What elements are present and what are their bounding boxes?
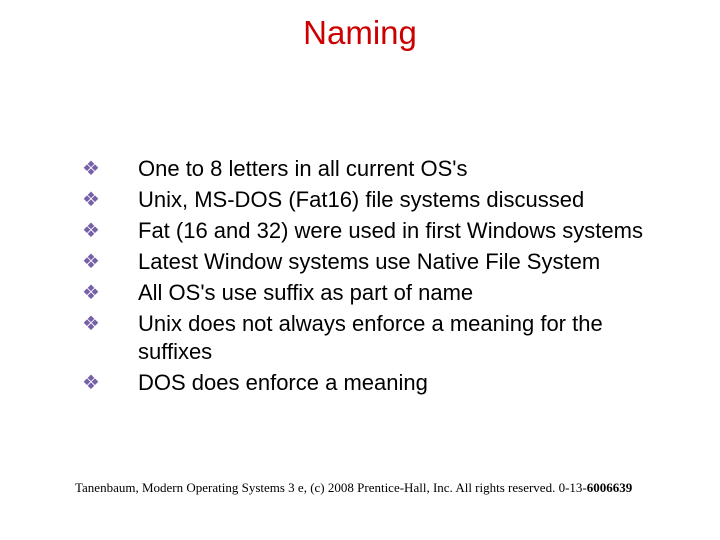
footer-isbn-bold: 6006639 (587, 480, 633, 495)
diamond-bullet-icon: ❖ (82, 310, 100, 338)
bullet-text: All OS's use suffix as part of name (138, 280, 473, 305)
bullet-text: DOS does enforce a meaning (138, 370, 428, 395)
diamond-bullet-icon: ❖ (82, 279, 100, 307)
list-item: ❖ Unix does not always enforce a meaning… (82, 310, 670, 366)
list-item: ❖ Unix, MS-DOS (Fat16) file systems disc… (82, 186, 670, 214)
slide-footer: Tanenbaum, Modern Operating Systems 3 e,… (75, 480, 632, 496)
bullet-text: Latest Window systems use Native File Sy… (138, 249, 600, 274)
footer-text: Tanenbaum, Modern Operating Systems 3 e,… (75, 480, 587, 495)
diamond-bullet-icon: ❖ (82, 369, 100, 397)
diamond-bullet-icon: ❖ (82, 248, 100, 276)
list-item: ❖ DOS does enforce a meaning (82, 369, 670, 397)
bullet-text: Unix, MS-DOS (Fat16) file systems discus… (138, 187, 584, 212)
diamond-bullet-icon: ❖ (82, 186, 100, 214)
list-item: ❖ One to 8 letters in all current OS's (82, 155, 670, 183)
slide-body: ❖ One to 8 letters in all current OS's ❖… (82, 155, 670, 400)
list-item: ❖ Latest Window systems use Native File … (82, 248, 670, 276)
diamond-bullet-icon: ❖ (82, 217, 100, 245)
bullet-text: One to 8 letters in all current OS's (138, 156, 467, 181)
slide-title: Naming (0, 14, 720, 52)
slide: Naming ❖ One to 8 letters in all current… (0, 0, 720, 540)
bullet-text: Unix does not always enforce a meaning f… (138, 311, 603, 364)
list-item: ❖ Fat (16 and 32) were used in first Win… (82, 217, 670, 245)
diamond-bullet-icon: ❖ (82, 155, 100, 183)
bullet-list: ❖ One to 8 letters in all current OS's ❖… (82, 155, 670, 397)
list-item: ❖ All OS's use suffix as part of name (82, 279, 670, 307)
bullet-text: Fat (16 and 32) were used in first Windo… (138, 218, 643, 243)
